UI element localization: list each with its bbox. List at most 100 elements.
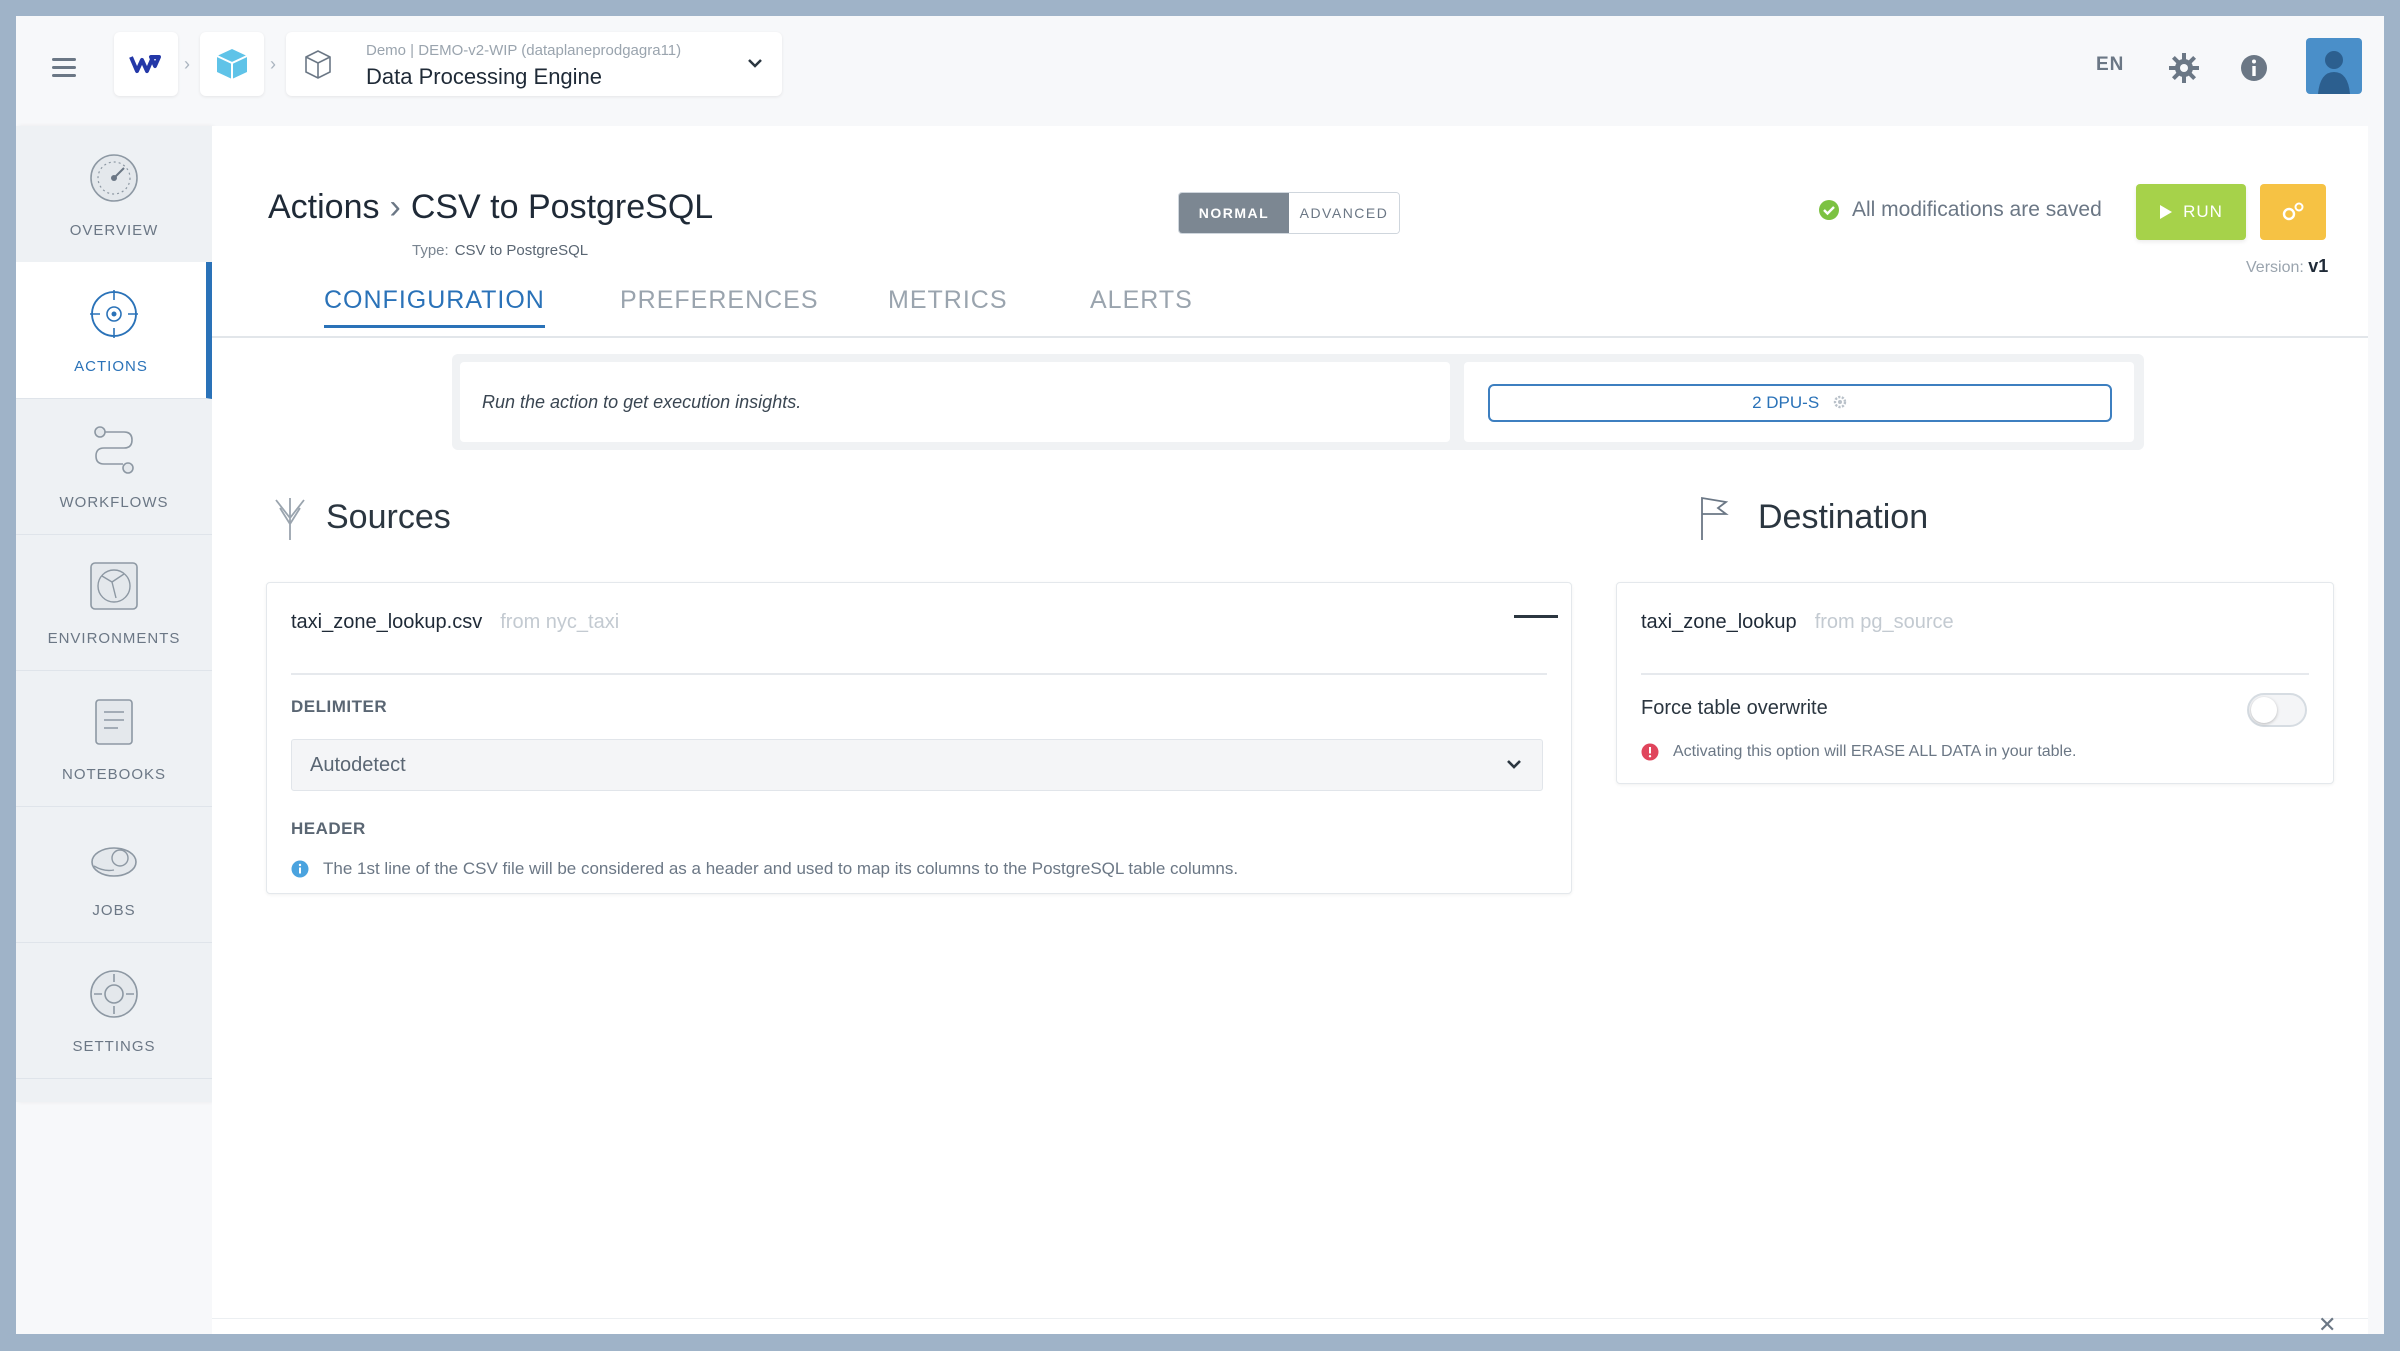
sidebar-item-label: JOBS bbox=[92, 902, 136, 919]
close-icon[interactable]: ✕ bbox=[2318, 1312, 2336, 1334]
breadcrumb-chevron-icon: › bbox=[389, 188, 401, 226]
run-button[interactable]: RUN bbox=[2136, 184, 2246, 240]
force-overwrite-toggle[interactable] bbox=[2247, 693, 2307, 727]
divider bbox=[291, 673, 1547, 675]
info-icon[interactable] bbox=[2240, 54, 2268, 82]
header-label: HEADER bbox=[291, 819, 366, 838]
dpu-selector-button[interactable]: 2 DPU-S bbox=[1488, 384, 2112, 422]
sources-title: Sources bbox=[326, 498, 451, 536]
cube-icon bbox=[216, 49, 248, 79]
check-circle-icon bbox=[1819, 200, 1839, 220]
source-origin: from nyc_taxi bbox=[500, 611, 620, 633]
sidebar-item-overview[interactable]: OVERVIEW bbox=[16, 126, 212, 263]
user-avatar[interactable] bbox=[2306, 38, 2362, 94]
engine-title: Data Processing Engine bbox=[366, 64, 603, 89]
chevron-down-icon bbox=[1507, 760, 1521, 769]
delimiter-value: Autodetect bbox=[310, 754, 406, 776]
save-status-text: All modifications are saved bbox=[1852, 198, 2102, 221]
actions-target-icon bbox=[90, 290, 138, 338]
sidebar-item-jobs[interactable]: JOBS bbox=[16, 806, 212, 943]
language-selector[interactable]: EN bbox=[2096, 54, 2124, 76]
divider bbox=[1641, 673, 2309, 675]
destination-card: taxi_zone_lookup from pg_source Force tab… bbox=[1616, 582, 2334, 784]
sidebar-item-label: ACTIONS bbox=[74, 358, 148, 375]
action-name: CSV to PostgreSQL bbox=[410, 188, 714, 226]
tab-metrics[interactable]: METRICS bbox=[888, 286, 1008, 325]
sidebar-item-label: NOTEBOOKS bbox=[61, 766, 167, 783]
header-info: The 1st line of the CSV file will be con… bbox=[291, 859, 1238, 879]
mode-normal-button[interactable]: NORMAL bbox=[1179, 193, 1289, 233]
destination-origin: from pg_source bbox=[1814, 611, 1954, 633]
engine-box-icon bbox=[305, 50, 331, 79]
tab-preferences[interactable]: PREFERENCES bbox=[620, 286, 819, 325]
source-destination-connector bbox=[1514, 615, 1558, 618]
version-value: v1 bbox=[2308, 256, 2329, 276]
destination-title: Destination bbox=[1758, 498, 1929, 536]
avatar-silhouette-icon bbox=[2318, 51, 2350, 94]
sidebar-item-label: SETTINGS bbox=[72, 1038, 156, 1055]
action-type: Type: CSV to PostgreSQL bbox=[412, 242, 588, 259]
dpu-panel: 2 DPU-S bbox=[1464, 362, 2134, 442]
engine-context: Demo | DEMO-v2-WIP (dataplaneprodgagra11… bbox=[366, 42, 682, 59]
sidebar-item-actions[interactable]: ACTIONS bbox=[16, 262, 212, 399]
destination-table-name[interactable]: taxi_zone_lookup bbox=[1641, 611, 1797, 633]
org-logo-button[interactable] bbox=[114, 32, 178, 96]
sidebar-item-notebooks[interactable]: NOTEBOOKS bbox=[16, 670, 212, 807]
sidebar-item-environments[interactable]: ENVIRONMENTS bbox=[16, 534, 212, 671]
sidebar-item-label: ENVIRONMENTS bbox=[47, 630, 181, 647]
org-logo-icon bbox=[129, 55, 161, 73]
sidebar-item-settings[interactable]: SETTINGS bbox=[16, 942, 212, 1079]
alert-circle-icon bbox=[1641, 743, 1659, 761]
type-value: CSV to PostgreSQL bbox=[454, 242, 589, 259]
hamburger-menu-icon[interactable] bbox=[52, 58, 76, 78]
bottom-panel-strip bbox=[212, 1318, 2368, 1334]
sidebar-item-label: OVERVIEW bbox=[69, 222, 159, 239]
action-settings-button[interactable] bbox=[2260, 184, 2326, 240]
breadcrumb-chevron-icon: › bbox=[270, 54, 276, 74]
settings-icon bbox=[90, 970, 138, 1018]
sidebar-item-workflows[interactable]: WORKFLOWS bbox=[16, 398, 212, 535]
breadcrumb-chevron-icon: › bbox=[184, 54, 190, 74]
overwrite-warning-text: Activating this option will ERASE ALL DA… bbox=[1673, 743, 2077, 760]
dpu-label: 2 DPU-S bbox=[1752, 393, 1820, 412]
sidebar-item-label: WORKFLOWS bbox=[59, 494, 169, 511]
workflows-icon bbox=[94, 426, 134, 474]
overwrite-warning: Activating this option will ERASE ALL DA… bbox=[1641, 743, 2076, 761]
run-button-label: RUN bbox=[2183, 202, 2223, 221]
toggle-knob bbox=[2251, 697, 2277, 723]
tab-configuration[interactable]: CONFIGURATION bbox=[324, 286, 545, 328]
gear-icon[interactable] bbox=[2168, 52, 2200, 84]
breadcrumb-actions-link[interactable]: Actions bbox=[268, 188, 380, 226]
tab-alerts[interactable]: ALERTS bbox=[1090, 286, 1193, 325]
mode-toggle: NORMAL ADVANCED bbox=[1178, 192, 1400, 234]
force-overwrite-label: Force table overwrite bbox=[1641, 697, 1828, 719]
jobs-icon bbox=[91, 847, 137, 877]
sources-tree-icon bbox=[275, 498, 305, 540]
chevron-down-icon bbox=[748, 59, 762, 68]
small-gear-icon bbox=[1833, 395, 1847, 409]
play-icon bbox=[2160, 205, 2173, 219]
project-cube-button[interactable] bbox=[200, 32, 264, 96]
main-panel: Actions › CSV to PostgreSQL Type: CSV to Po… bbox=[212, 126, 2368, 1334]
gears-icon bbox=[2282, 202, 2304, 221]
info-circle-icon bbox=[291, 860, 309, 878]
source-file: taxi_zone_lookup.csv from nyc_taxi bbox=[291, 611, 619, 634]
overview-gauge-icon bbox=[90, 154, 138, 202]
app-window: › › Demo | DEMO-v2-WIP (dataplaneprodgag… bbox=[16, 16, 2384, 1334]
sidebar: OVERVIEW ACTIONS WORKFLOWS ENVIRONMENTS … bbox=[16, 126, 212, 1102]
execution-insights-bar: Run the action to get execution insights… bbox=[452, 354, 2144, 450]
source-card: taxi_zone_lookup.csv from nyc_taxi DELIMI… bbox=[266, 582, 1572, 894]
insights-message: Run the action to get execution insights… bbox=[460, 362, 1450, 442]
engine-selector[interactable]: Demo | DEMO-v2-WIP (dataplaneprodgagra11… bbox=[286, 32, 782, 96]
notebooks-icon bbox=[95, 699, 133, 745]
header-info-text: The 1st line of the CSV file will be con… bbox=[323, 859, 1239, 878]
save-status: All modifications are saved bbox=[1818, 198, 2102, 222]
source-file-name[interactable]: taxi_zone_lookup.csv bbox=[291, 611, 482, 633]
destination-flag-icon bbox=[1701, 496, 1729, 540]
mode-advanced-button[interactable]: ADVANCED bbox=[1289, 193, 1399, 233]
destination-table: taxi_zone_lookup from pg_source bbox=[1641, 611, 1954, 634]
delimiter-select[interactable]: Autodetect bbox=[291, 739, 1543, 791]
top-bar: › › Demo | DEMO-v2-WIP (dataplaneprodgag… bbox=[16, 16, 2384, 126]
delimiter-label: DELIMITER bbox=[291, 697, 388, 716]
type-label: Type: bbox=[412, 242, 449, 259]
